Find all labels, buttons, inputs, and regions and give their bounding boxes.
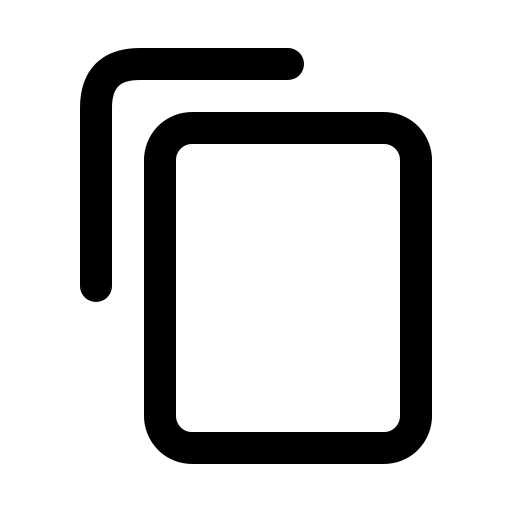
back-page-outline [80, 48, 304, 302]
copy-icon [80, 48, 432, 464]
icon-canvas [0, 0, 512, 512]
front-page-outline [144, 112, 432, 464]
